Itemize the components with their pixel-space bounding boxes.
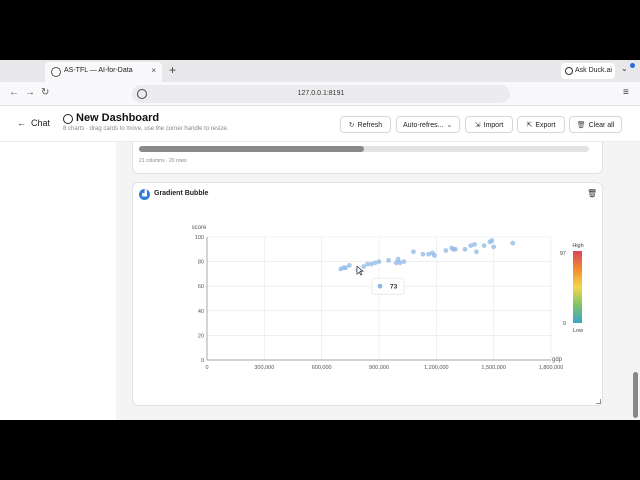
resize-handle[interactable] xyxy=(596,399,601,404)
x-tick-label: 600,000 xyxy=(312,365,332,371)
tooltip-value: 73 xyxy=(390,284,398,291)
dashboard-canvas: 21 columns · 20 rows ▟ Gradient Bubble 🗑… xyxy=(116,142,630,420)
data-point[interactable] xyxy=(453,246,458,252)
data-point[interactable] xyxy=(474,249,479,255)
color-scale-max: 97 xyxy=(560,251,566,257)
tab-bar: AS-TFL — AI-for-Data × + Ask Duck.ai ⌄ xyxy=(0,60,640,82)
y-tick-label: 80 xyxy=(198,260,204,266)
color-scale-high-label: High xyxy=(572,243,583,249)
close-tab-icon[interactable]: × xyxy=(151,66,156,75)
table-meta: 21 columns · 20 rows xyxy=(139,158,187,164)
data-point[interactable] xyxy=(411,249,416,255)
auto-refresh-label: Auto-refres... xyxy=(403,122,444,129)
data-point[interactable] xyxy=(491,244,497,250)
chart-card-gradient-bubble[interactable]: ▟ Gradient Bubble 🗑 0 300,000 600,000 900,0… xyxy=(132,182,603,406)
data-point[interactable] xyxy=(420,251,426,257)
back-arrow-icon[interactable]: ← xyxy=(9,87,19,98)
page-scrollbar-thumb[interactable] xyxy=(633,372,638,418)
export-button[interactable]: ⇱ Export xyxy=(517,116,565,133)
refresh-icon: ↻ xyxy=(348,122,355,129)
export-icon: ⇱ xyxy=(526,122,533,129)
back-label: Chat xyxy=(31,118,51,128)
menu-icon[interactable]: ≡ xyxy=(623,87,629,98)
globe-icon xyxy=(51,67,61,77)
ask-duck-label: Ask Duck.ai xyxy=(575,67,612,74)
scrollbar-thumb[interactable] xyxy=(139,146,364,152)
data-point[interactable] xyxy=(489,238,495,244)
reload-icon[interactable]: ↻ xyxy=(41,87,49,98)
page-title: New Dashboard xyxy=(76,112,160,124)
import-label: Import xyxy=(483,122,504,129)
y-tick-label: 60 xyxy=(198,284,204,290)
browser-tab[interactable]: AS-TFL — AI-for-Data × xyxy=(45,62,162,82)
color-scale-bar[interactable] xyxy=(573,251,582,323)
data-point[interactable] xyxy=(386,257,391,263)
y-tick-label: 20 xyxy=(198,333,204,339)
chat-panel xyxy=(0,142,116,420)
x-tick-label: 1,500,000 xyxy=(481,365,505,371)
scatter-chart[interactable]: 0 300,000 600,000 900,000 1,200,000 1,500,000… xyxy=(133,183,604,407)
tooltip-box xyxy=(371,277,405,295)
refresh-button[interactable]: ↻ Refresh xyxy=(340,116,391,133)
data-point[interactable] xyxy=(376,259,382,264)
page-subtitle: 8 charts · drag cards to move, use the c… xyxy=(63,126,229,132)
data-point[interactable] xyxy=(462,246,468,252)
data-point[interactable] xyxy=(432,253,437,258)
notification-dot xyxy=(630,63,635,68)
back-to-chat-button[interactable]: ← Chat xyxy=(17,118,50,128)
forward-arrow-icon[interactable]: → xyxy=(25,87,35,98)
dashboard-header: ← Chat New Dashboard 8 charts · drag card… xyxy=(0,106,640,142)
x-tick-label: 1,800,000 xyxy=(539,365,563,371)
import-icon: ⇲ xyxy=(474,122,481,129)
chart-card-previous[interactable]: 21 columns · 20 rows xyxy=(132,142,603,174)
auto-refresh-select[interactable]: Auto-refres... ⌄ xyxy=(396,116,460,133)
dashboard-icon xyxy=(63,114,73,124)
data-point[interactable] xyxy=(346,262,352,268)
refresh-label: Refresh xyxy=(357,122,383,129)
x-tick-label: 900,000 xyxy=(369,365,389,371)
x-tick-label: 300,000 xyxy=(254,365,274,371)
data-point[interactable] xyxy=(481,243,487,249)
chevron-down-icon[interactable]: ⌄ xyxy=(621,64,628,73)
data-point[interactable] xyxy=(472,241,477,247)
export-label: Export xyxy=(535,122,556,129)
url-text: 127.0.0.1:8191 xyxy=(297,90,345,97)
data-point[interactable] xyxy=(401,259,407,264)
horizontal-scrollbar[interactable] xyxy=(139,146,589,152)
clear-all-button[interactable]: 🗑 Clear all xyxy=(569,116,622,133)
clear-all-label: Clear all xyxy=(588,122,615,129)
arrow-left-icon: ← xyxy=(17,118,26,128)
y-tick-label: 0 xyxy=(201,358,204,364)
y-tick-label: 100 xyxy=(195,235,204,241)
y-tick-label: 40 xyxy=(198,309,204,315)
color-scale-low-label: Low xyxy=(573,328,583,334)
color-scale-min: 0 xyxy=(563,321,566,327)
data-point[interactable] xyxy=(510,240,516,246)
tab-title: AS-TFL — AI-for-Data xyxy=(64,67,133,74)
browser-window: AS-TFL — AI-for-Data × + Ask Duck.ai ⌄ ←… xyxy=(0,60,640,420)
tooltip-marker xyxy=(377,283,383,289)
x-tick-label: 1,200,000 xyxy=(424,365,448,371)
page-scrollbar[interactable] xyxy=(630,142,640,420)
x-tick-label: 0 xyxy=(205,365,208,371)
ask-duck-button[interactable]: Ask Duck.ai xyxy=(561,63,615,79)
x-axis-label: gdp xyxy=(552,357,563,363)
trash-icon: 🗑 xyxy=(576,122,586,129)
data-point[interactable] xyxy=(443,248,449,253)
duck-icon xyxy=(565,67,573,75)
y-axis-label: score xyxy=(192,225,207,231)
new-tab-button[interactable]: + xyxy=(169,63,176,77)
import-button[interactable]: ⇲ Import xyxy=(465,116,513,133)
chevron-down-icon: ⌄ xyxy=(446,122,453,129)
address-bar[interactable]: 127.0.0.1:8191 xyxy=(132,85,510,103)
nav-bar: ← → ↻ 127.0.0.1:8191 ≡ xyxy=(0,82,640,106)
